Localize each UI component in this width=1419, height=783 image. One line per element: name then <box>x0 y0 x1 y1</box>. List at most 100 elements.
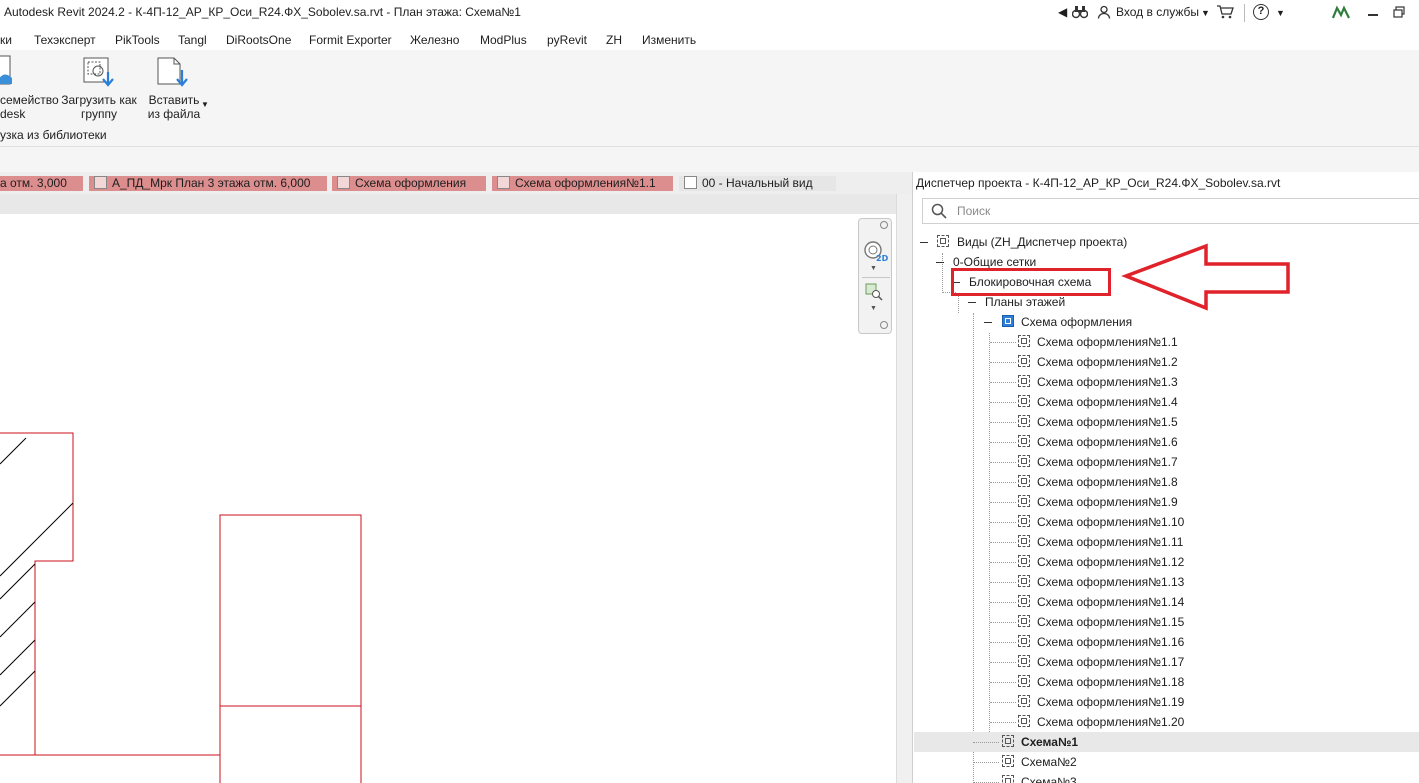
doc-tab-3[interactable]: Схема оформления <box>332 176 486 191</box>
menu-item-zhelezno[interactable]: Железно <box>410 33 459 47</box>
tree-node-scheme-parent[interactable]: Схема оформления <box>982 312 1408 332</box>
tree-node-label: Схема оформления№1.17 <box>1037 655 1185 669</box>
menu-item-tangl[interactable]: Tangl <box>178 33 207 47</box>
tree-node-scheme-child[interactable]: Схема оформления№1.10 <box>990 512 1408 532</box>
menu-item-dirootsone[interactable]: DiRootsOne <box>226 33 291 47</box>
tree-node-scheme2[interactable]: Схема№2 <box>914 752 1419 772</box>
tree-node-scheme-child[interactable]: Схема оформления№1.9 <box>990 492 1408 512</box>
svg-text:2D: 2D <box>876 254 888 263</box>
insert-from-file-icon[interactable] <box>156 56 188 90</box>
tree-node-scheme-child[interactable]: Схема оформления№1.17 <box>990 652 1408 672</box>
tree-node-scheme-child[interactable]: Схема оформления№1.6 <box>990 432 1408 452</box>
chevron-down-icon[interactable]: ▼ <box>1201 8 1210 18</box>
tree-node-scheme-child[interactable]: Схема оформления№1.20 <box>990 712 1408 732</box>
menu-item-modplus[interactable]: ModPlus <box>480 33 527 47</box>
sign-in-button[interactable]: Вход в службы <box>1116 5 1199 19</box>
floor-plan-view-icon <box>1018 615 1030 627</box>
tree-node-label: Схема оформления№1.15 <box>1037 615 1185 629</box>
zoom-dropdown-icon[interactable]: ▼ <box>870 305 877 312</box>
ribbon-panel <box>0 50 1419 146</box>
window-title: Autodesk Revit 2024.2 - К-4П-12_АР_КР_Ос… <box>4 5 521 19</box>
collapse-icon[interactable] <box>920 242 928 243</box>
zoom-region-icon[interactable] <box>865 283 883 301</box>
tree-node-scheme-child[interactable]: Схема оформления№1.14 <box>990 592 1408 612</box>
options-bar <box>0 146 1419 173</box>
tree-node-scheme-child[interactable]: Схема оформления№1.1 <box>990 332 1408 352</box>
tree-node-scheme1[interactable]: Схема№1 <box>914 732 1419 752</box>
tree-node-scheme-child[interactable]: Схема оформления№1.11 <box>990 532 1408 552</box>
floor-plan-view-icon <box>1018 355 1030 367</box>
tree-node-scheme-child[interactable]: Схема оформления№1.12 <box>990 552 1408 572</box>
search-input[interactable] <box>955 203 1399 219</box>
back-arrow-icon[interactable]: ◀ <box>1058 5 1067 19</box>
wheel-2d-icon[interactable]: 2D <box>862 239 889 265</box>
minimize-icon[interactable] <box>1368 14 1378 16</box>
doc-tab-1[interactable]: а отм. 3,000 <box>0 176 83 191</box>
tree-node-scheme-child[interactable]: Схема оформления№1.3 <box>990 372 1408 392</box>
tree-guide <box>990 582 1016 583</box>
insert-dropdown-icon[interactable]: ▼ <box>201 100 209 109</box>
canvas-vertical-scrollbar[interactable] <box>896 194 913 783</box>
tree-node-label: Схема оформления <box>1021 315 1133 329</box>
menu-item-ki[interactable]: ки <box>0 33 12 47</box>
collapse-icon[interactable] <box>936 262 944 263</box>
doc-tab-5[interactable]: 00 - Начальный вид <box>679 176 836 191</box>
tree-guide <box>990 682 1016 683</box>
menu-item-zh[interactable]: ZH <box>606 33 622 47</box>
insert-from-file-label-1[interactable]: Вставить <box>146 93 202 108</box>
tree-guide <box>990 362 1016 363</box>
cart-icon[interactable] <box>1216 5 1234 22</box>
menu-item-izmenit[interactable]: Изменить <box>642 33 696 47</box>
load-as-group-label-2[interactable]: группу <box>60 107 138 122</box>
menu-item-piktools[interactable]: PikTools <box>115 33 160 47</box>
user-icon[interactable] <box>1097 5 1111 22</box>
doc-tab-2[interactable]: А_ПД_Мрк План 3 этажа отм. 6,000 <box>89 176 327 191</box>
tree-node-label: Схема№2 <box>1021 755 1077 769</box>
floor-plan-view-icon <box>1002 735 1014 747</box>
tree-node-scheme-child[interactable]: Схема оформления№1.19 <box>990 692 1408 712</box>
tree-guide <box>990 442 1016 443</box>
binoculars-icon[interactable] <box>1071 5 1089 22</box>
tree-node-label: Схема№3 <box>1021 775 1077 783</box>
tree-node-label: Схема оформления№1.5 <box>1037 415 1178 429</box>
load-as-group-icon[interactable] <box>82 56 114 90</box>
tree-node-scheme-child[interactable]: Схема оформления№1.18 <box>990 672 1408 692</box>
tree-node-label: Схема оформления№1.1 <box>1037 335 1178 349</box>
wheel-dropdown-icon[interactable]: ▼ <box>870 265 877 272</box>
views-icon <box>937 235 949 247</box>
navbar-options-icon[interactable] <box>880 321 888 329</box>
collapse-icon[interactable] <box>984 322 992 323</box>
tree-node-label: Схема оформления№1.14 <box>1037 595 1185 609</box>
doc-tab-4[interactable]: Схема оформления№1.1 <box>492 176 673 191</box>
tree-node-scheme-child[interactable]: Схема оформления№1.2 <box>990 352 1408 372</box>
tree-node-scheme-child[interactable]: Схема оформления№1.7 <box>990 452 1408 472</box>
insert-from-file-label-2[interactable]: из файла <box>146 107 202 122</box>
close-navbar-icon[interactable] <box>880 221 888 229</box>
menu-item-formit-exporter[interactable]: Formit Exporter <box>309 33 392 47</box>
tree-node-scheme-child[interactable]: Схема оформления№1.15 <box>990 612 1408 632</box>
autodesk-app-icon[interactable] <box>1331 5 1350 22</box>
project-browser-title: Диспетчер проекта - К-4П-12_АР_КР_Оси_R2… <box>916 176 1281 190</box>
tree-node-label: Схема оформления№1.18 <box>1037 675 1185 689</box>
help-dropdown-icon[interactable]: ▼ <box>1276 8 1285 18</box>
tree-node-label: Схема оформления№1.6 <box>1037 435 1178 449</box>
doc-tab-label: а отм. 3,000 <box>0 176 67 190</box>
menu-item-pyrevit[interactable]: pyRevit <box>547 33 587 47</box>
load-as-group-label-1[interactable]: Загрузить как <box>60 93 138 108</box>
tree-node-scheme-child[interactable]: Схема оформления№1.4 <box>990 392 1408 412</box>
menu-item-tekhexpert[interactable]: Техэксперт <box>34 33 96 47</box>
tree-node-scheme-child[interactable]: Схема оформления№1.5 <box>990 412 1408 432</box>
tree-node-scheme-child[interactable]: Схема оформления№1.8 <box>990 472 1408 492</box>
tree-node-scheme-child[interactable]: Схема оформления№1.13 <box>990 572 1408 592</box>
restore-icon[interactable] <box>1393 6 1405 18</box>
collapse-icon[interactable] <box>968 302 976 303</box>
load-family-icon[interactable] <box>0 54 14 88</box>
floor-plan-view-icon <box>1018 435 1030 447</box>
view-icon <box>497 176 510 189</box>
tree-guide <box>990 342 1016 343</box>
tree-node-scheme3[interactable]: Схема№3 <box>914 772 1419 783</box>
help-icon[interactable]: ? <box>1253 4 1269 20</box>
tree-node-label: Схема оформления№1.11 <box>1037 535 1184 549</box>
tree-node-scheme-child[interactable]: Схема оформления№1.16 <box>990 632 1408 652</box>
tree-guide <box>990 622 1016 623</box>
